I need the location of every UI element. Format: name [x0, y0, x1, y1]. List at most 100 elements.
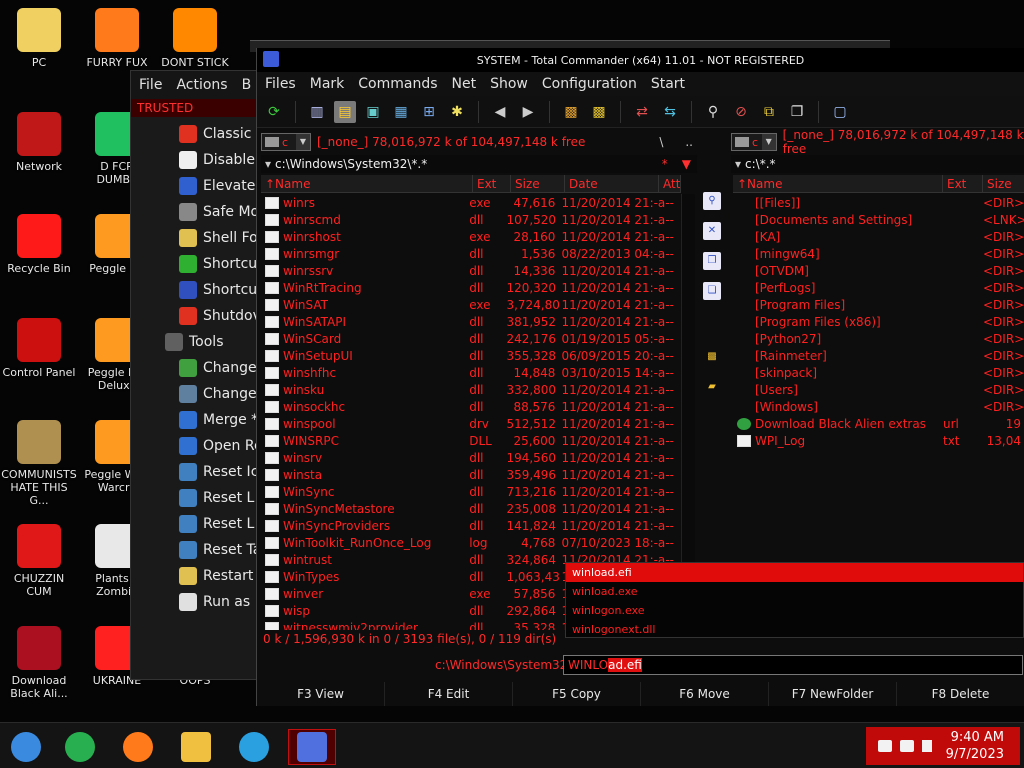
- menu-show[interactable]: Show: [490, 76, 528, 92]
- archive-icon[interactable]: ▩: [703, 348, 721, 366]
- folder-row[interactable]: [Python27] <DIR>: [733, 330, 1024, 347]
- mark-icon[interactable]: ✱: [446, 101, 468, 123]
- ftp-icon[interactable]: ⇄: [631, 101, 653, 123]
- fkey-f4-button[interactable]: F4 Edit: [385, 682, 513, 706]
- autocomplete-item[interactable]: winlogon.exe: [566, 601, 1023, 620]
- bg-menu-file[interactable]: File: [139, 77, 162, 93]
- file-row[interactable]: WinSyncMetastore dll 235,008 11/20/2014 21:…: [261, 500, 681, 517]
- col-size[interactable]: Size: [983, 175, 1024, 192]
- left-path-star[interactable]: *: [662, 157, 668, 171]
- col-ext[interactable]: Ext: [943, 175, 983, 192]
- file-row[interactable]: winrsmgr dll 1,536 08/22/2013 04:45-a--: [261, 245, 681, 262]
- file-row[interactable]: Download Black Alien extras url 19: [733, 415, 1024, 432]
- green-app-taskbar-button[interactable]: [62, 729, 98, 765]
- folder-row[interactable]: [skinpack] <DIR>: [733, 364, 1024, 381]
- file-row[interactable]: WPI_Log txt 13,04: [733, 432, 1024, 449]
- autocomplete-item[interactable]: winload.efi: [566, 563, 1023, 582]
- menu-configuration[interactable]: Configuration: [542, 76, 637, 92]
- menu-mark[interactable]: Mark: [310, 76, 345, 92]
- menu-files[interactable]: Files: [265, 76, 296, 92]
- sync-dirs-icon[interactable]: ⧉: [758, 101, 780, 123]
- col-ext[interactable]: Ext: [473, 175, 511, 192]
- command-line-input[interactable]: WINLO ad.efi: [563, 655, 1023, 675]
- tc-titlebar[interactable]: SYSTEM - Total Commander (x64) 11.01 - N…: [257, 48, 1024, 72]
- file-row[interactable]: WinSetupUI dll 355,328 06/09/2015 20:35-a--: [261, 347, 681, 364]
- volume-icon[interactable]: [922, 740, 932, 752]
- left-path-bar[interactable]: ▾ c:\Windows\System32\*.* * ▼: [261, 155, 697, 173]
- file-row[interactable]: WinRtTracing dll 120,320 11/20/2014 21:14-a…: [261, 279, 681, 296]
- forward-icon[interactable]: ▶: [517, 101, 539, 123]
- autocomplete-item[interactable]: winlogonext.dll: [566, 620, 1023, 639]
- search-icon[interactable]: ⚲: [702, 101, 724, 123]
- bg-menu-b[interactable]: B: [242, 77, 252, 93]
- network-icon[interactable]: ⊞: [418, 101, 440, 123]
- menu-start[interactable]: Start: [651, 76, 685, 92]
- file-row[interactable]: WinToolkit_RunOnce_Log log 4,768 07/10/2023…: [261, 534, 681, 551]
- folder-row[interactable]: [KA] <DIR>: [733, 228, 1024, 245]
- desktop-icon[interactable]: Download Black Ali...: [0, 626, 78, 700]
- move-file-icon[interactable]: ❏: [703, 282, 721, 300]
- desktop-icon[interactable]: FURRY FUX: [78, 8, 156, 69]
- delete-file-icon[interactable]: ✕: [703, 222, 721, 240]
- folder-row[interactable]: [Documents and Settings] <LNK>: [733, 211, 1024, 228]
- file-row[interactable]: winrscmd dll 107,520 11/20/2014 21:14-a--: [261, 211, 681, 228]
- folder-row[interactable]: [PerfLogs] <DIR>: [733, 279, 1024, 296]
- folder-row[interactable]: [Users] <DIR>: [733, 381, 1024, 398]
- edge-taskbar-button[interactable]: [236, 729, 272, 765]
- ftp-new-icon[interactable]: ⇆: [659, 101, 681, 123]
- start-orb-taskbar-button[interactable]: [8, 729, 44, 765]
- history-dropdown-icon[interactable]: ▼: [682, 157, 691, 171]
- folder-row[interactable]: [mingw64] <DIR>: [733, 245, 1024, 262]
- left-drive-select[interactable]: c ▼: [261, 133, 311, 151]
- file-row[interactable]: WinSAT exe 3,724,80011/20/2014 21:14-a--: [261, 296, 681, 313]
- find-file-icon[interactable]: ⚲: [703, 192, 721, 210]
- desktop-icon[interactable]: Control Panel: [0, 318, 78, 379]
- firefox-taskbar-button[interactable]: [120, 729, 156, 765]
- fkey-f3-button[interactable]: F3 View: [257, 682, 385, 706]
- copy-file-icon[interactable]: ❐: [703, 252, 721, 270]
- flag-icon[interactable]: [878, 740, 892, 752]
- desktop-icon[interactable]: DONT STICK: [156, 8, 234, 69]
- col-name[interactable]: ↑Name: [261, 175, 473, 192]
- file-row[interactable]: winsockhc dll 88,576 11/20/2014 21:15-a--: [261, 398, 681, 415]
- unpack-icon[interactable]: ▩: [588, 101, 610, 123]
- refresh-icon[interactable]: ⟳: [263, 101, 285, 123]
- folder-row[interactable]: [Windows] <DIR>: [733, 398, 1024, 415]
- network-tray-icon[interactable]: [900, 740, 914, 752]
- file-explorer-taskbar-button[interactable]: [178, 729, 214, 765]
- col-size[interactable]: Size: [511, 175, 565, 192]
- thumbnail-view-icon[interactable]: ▣: [362, 101, 384, 123]
- file-row[interactable]: winspool drv 512,512 11/20/2014 21:15-a--: [261, 415, 681, 432]
- autocomplete-item[interactable]: winload.exe: [566, 582, 1023, 601]
- brief-view-icon[interactable]: ▥: [306, 101, 328, 123]
- menu-commands[interactable]: Commands: [358, 76, 437, 92]
- left-up-button[interactable]: ..: [685, 135, 693, 149]
- file-row[interactable]: winrshost exe 28,160 11/20/2014 21:14-a--: [261, 228, 681, 245]
- new-folder-icon[interactable]: ▰: [703, 378, 721, 396]
- file-row[interactable]: WinSyncProviders dll 141,824 11/20/2014 21:…: [261, 517, 681, 534]
- right-path-bar[interactable]: ▾ c:\*.*: [731, 155, 1024, 173]
- col-name[interactable]: ↑Name: [733, 175, 943, 192]
- col-attr[interactable]: Attr: [659, 175, 681, 192]
- col-date[interactable]: Date: [565, 175, 659, 192]
- folder-row[interactable]: [Program Files (x86)] <DIR>: [733, 313, 1024, 330]
- full-view-icon[interactable]: ▤: [334, 100, 356, 123]
- file-row[interactable]: WINSRPC DLL 25,600 11/20/2014 21:15-a--: [261, 432, 681, 449]
- bg-menu-actions[interactable]: Actions: [176, 77, 227, 93]
- left-root-button[interactable]: \: [659, 135, 663, 149]
- file-row[interactable]: winrssrv dll 14,336 11/20/2014 21:14-a--: [261, 262, 681, 279]
- menu-net[interactable]: Net: [452, 76, 477, 92]
- file-row[interactable]: WinSync dll 713,216 11/20/2014 21:15-a--: [261, 483, 681, 500]
- file-row[interactable]: WinSATAPI dll 381,952 11/20/2014 21:14-a--: [261, 313, 681, 330]
- desktop-icon[interactable]: PC: [0, 8, 78, 69]
- fkey-f5-button[interactable]: F5 Copy: [513, 682, 641, 706]
- desktop-icon[interactable]: CHUZZIN CUM: [0, 524, 78, 598]
- fkey-f6-button[interactable]: F6 Move: [641, 682, 769, 706]
- file-row[interactable]: winsta dll 359,496 11/20/2014 21:15-a--: [261, 466, 681, 483]
- file-row[interactable]: winsku dll 332,800 11/20/2014 21:15-a--: [261, 381, 681, 398]
- folder-row[interactable]: [[Files]] <DIR>: [733, 194, 1024, 211]
- desktop-icon[interactable]: COMMUNISTS HATE THIS G...: [0, 420, 78, 507]
- notepad-icon[interactable]: ▢: [829, 101, 851, 123]
- desktop-icon[interactable]: Recycle Bin: [0, 214, 78, 275]
- desktop-icon[interactable]: Network: [0, 112, 78, 173]
